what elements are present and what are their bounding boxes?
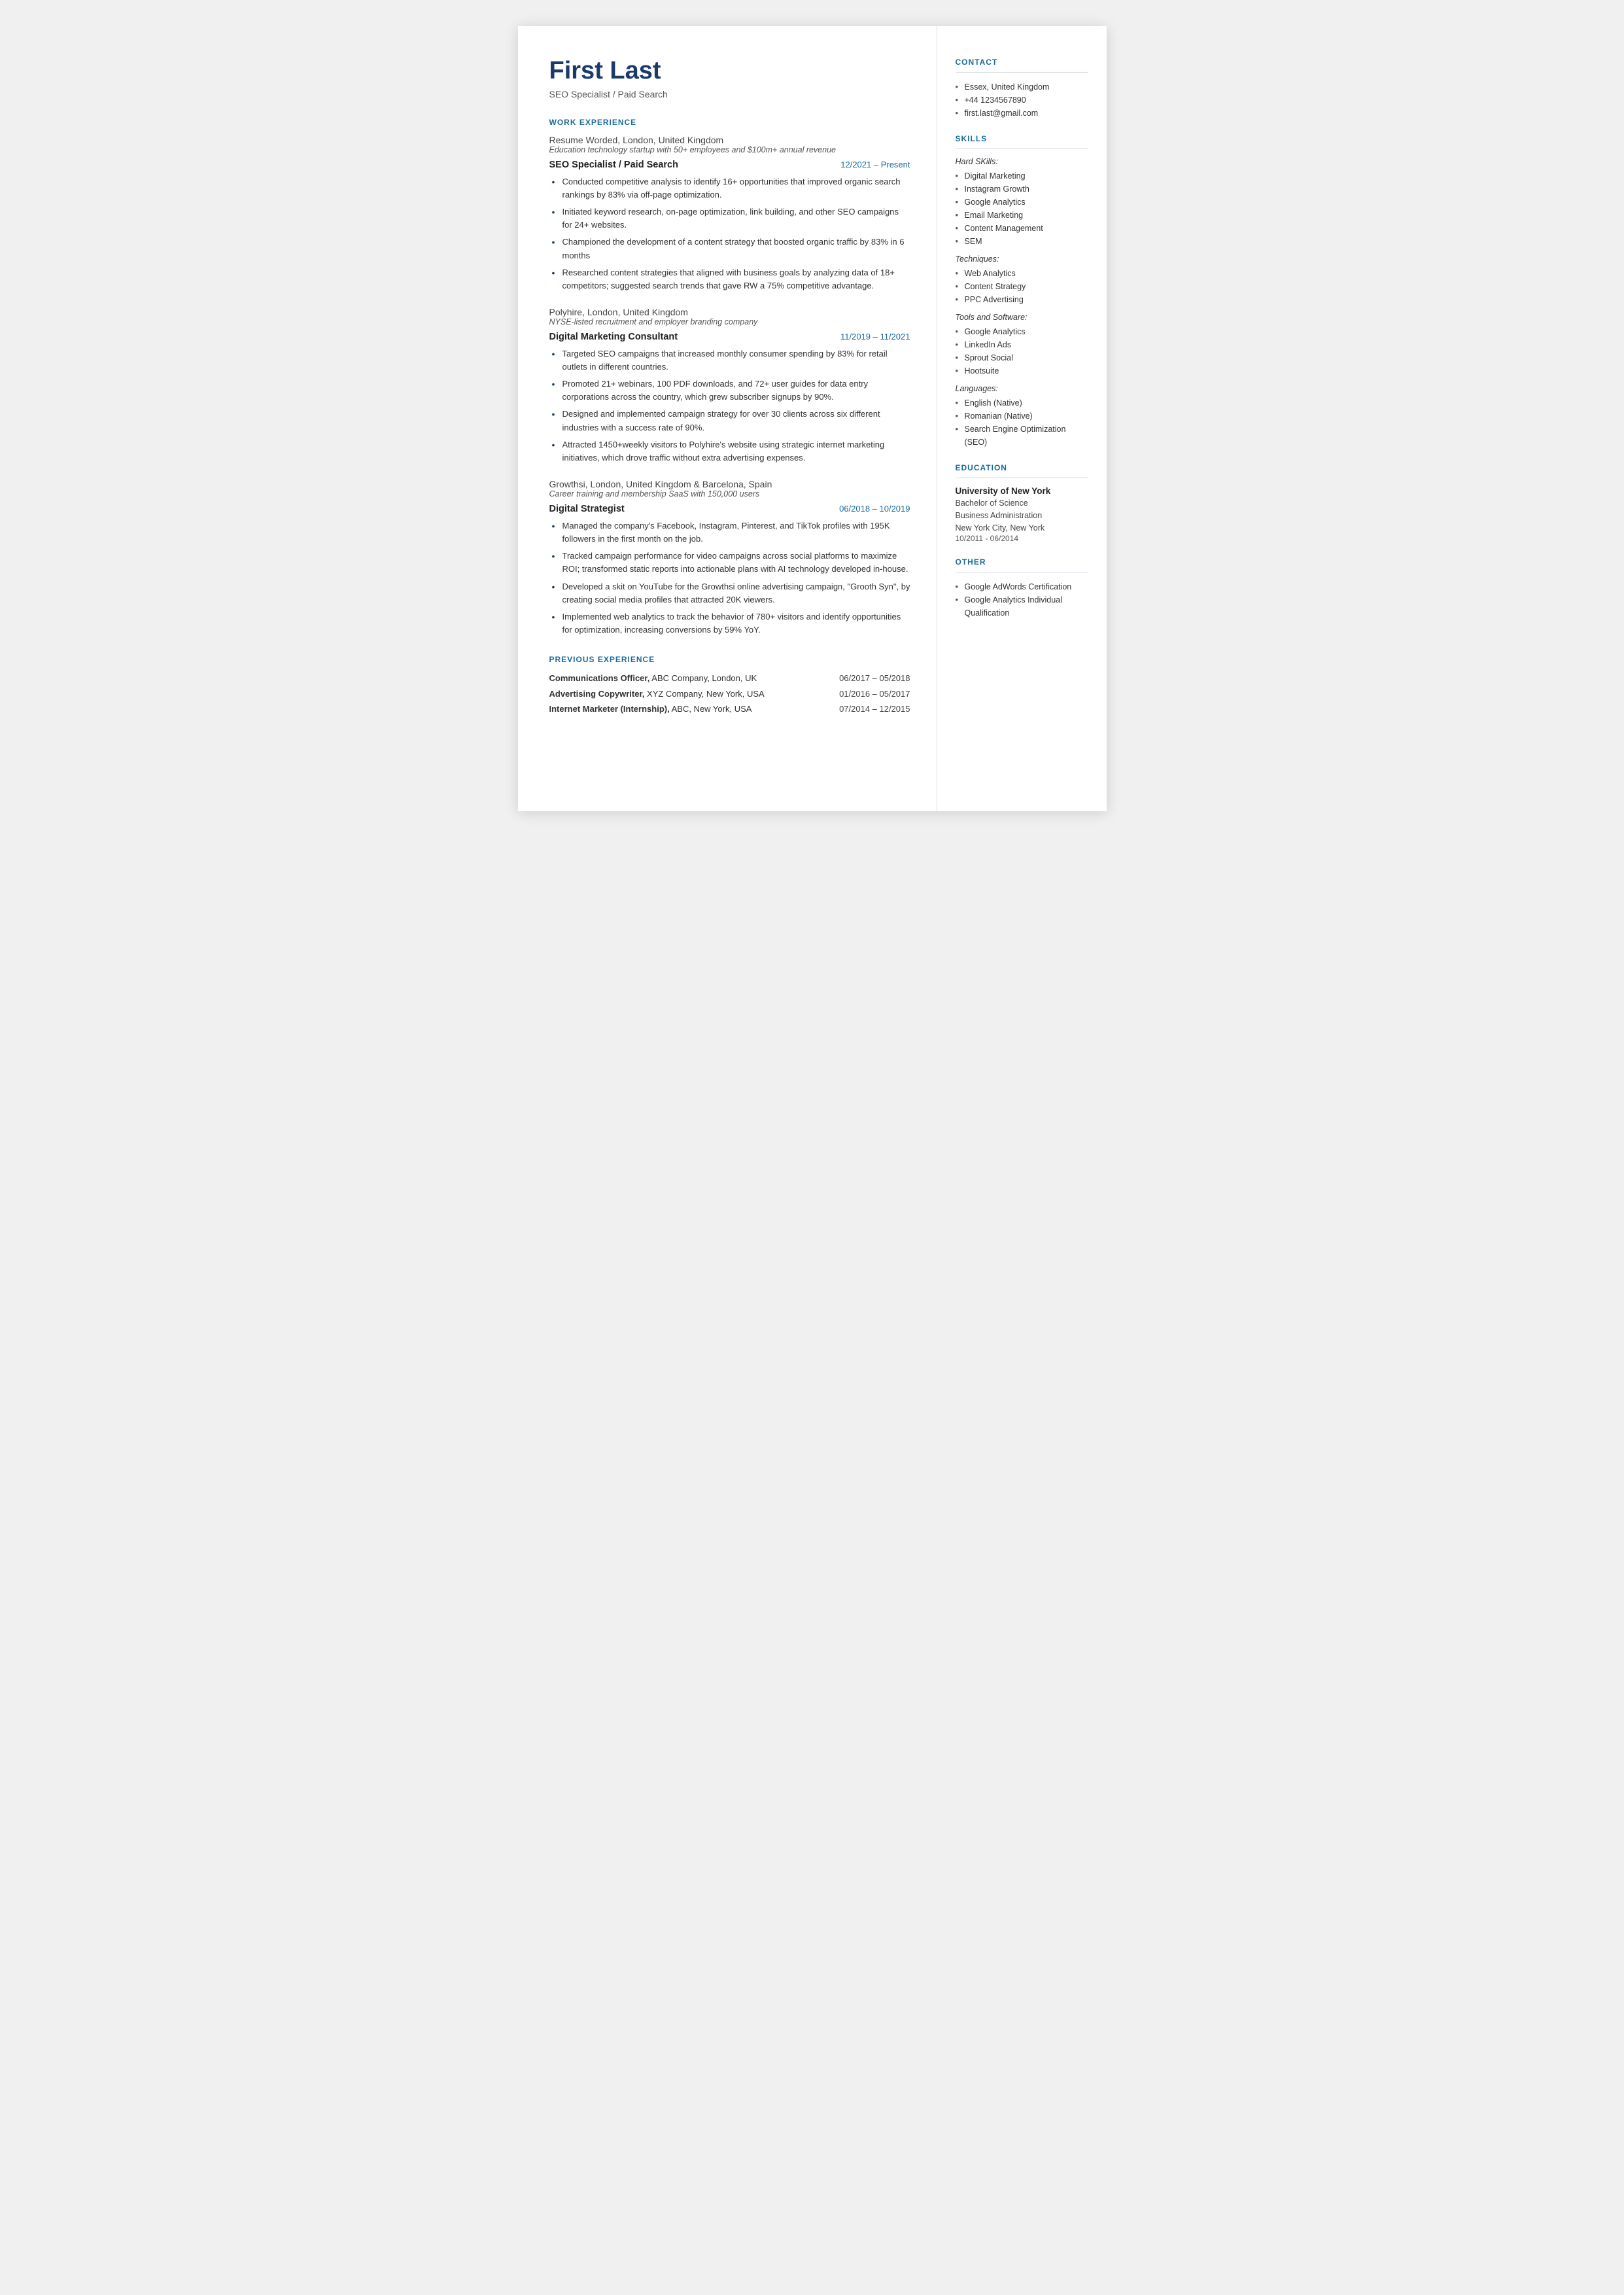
prev-exp-title-2: Advertising Copywriter, XYZ Company, New… [549, 688, 832, 701]
skill-item: SEM [956, 235, 1088, 248]
other-header: OTHER [956, 557, 1088, 567]
job-dates-1: 12/2021 – Present [840, 160, 910, 169]
prev-exp-dates-2: 01/2016 – 05/2017 [839, 688, 910, 701]
job-role-3: Digital Strategist [549, 504, 625, 514]
contact-phone: +44 1234567890 [956, 94, 1088, 107]
bullet-item: Promoted 21+ webinars, 100 PDF downloads… [552, 377, 910, 404]
education-section: EDUCATION University of New York Bachelo… [956, 463, 1088, 543]
other-item: Google Analytics Individual Qualificatio… [956, 593, 1088, 620]
skill-item: Digital Marketing [956, 169, 1088, 183]
prev-exp-dates-3: 07/2014 – 12/2015 [839, 703, 910, 716]
sidebar: CONTACT Essex, United Kingdom +44 123456… [937, 26, 1107, 811]
tool-item: Google Analytics [956, 325, 1088, 338]
education-item-1: University of New York Bachelor of Scien… [956, 486, 1088, 543]
languages-label: Languages: [956, 384, 1088, 393]
job-role-2: Digital Marketing Consultant [549, 332, 678, 342]
skill-item: Content Management [956, 222, 1088, 235]
language-item: Romanian (Native) [956, 410, 1088, 423]
employer-resume-worded: Resume Worded, London, United Kingdom Ed… [549, 135, 910, 292]
employer-name-1: Resume Worded, London, United Kingdom [549, 135, 910, 145]
edu-dates-1: 10/2011 - 06/2014 [956, 534, 1088, 543]
prev-exp-title-1: Communications Officer, ABC Company, Lon… [549, 672, 832, 685]
bullet-item: Designed and implemented campaign strate… [552, 408, 910, 434]
skill-item: Google Analytics [956, 196, 1088, 209]
bullet-item: Championed the development of a content … [552, 236, 910, 262]
job-bullets-2: Targeted SEO campaigns that increased mo… [552, 347, 910, 464]
candidate-title: SEO Specialist / Paid Search [549, 89, 910, 99]
contact-email: first.last@gmail.com [956, 107, 1088, 120]
contact-header: CONTACT [956, 58, 1088, 67]
skills-header: SKILLS [956, 134, 1088, 143]
job-dates-2: 11/2019 – 11/2021 [840, 332, 910, 342]
resume-container: First Last SEO Specialist / Paid Search … [518, 26, 1107, 811]
prev-exp-row: Communications Officer, ABC Company, Lon… [549, 672, 910, 685]
candidate-name: First Last [549, 58, 910, 85]
other-section: OTHER Google AdWords Certification Googl… [956, 557, 1088, 620]
bullet-item: Initiated keyword research, on-page opti… [552, 205, 910, 232]
tools-label: Tools and Software: [956, 313, 1088, 322]
contact-section: CONTACT Essex, United Kingdom +44 123456… [956, 58, 1088, 120]
job-bullets-3: Managed the company's Facebook, Instagra… [552, 519, 910, 637]
job-role-1: SEO Specialist / Paid Search [549, 160, 678, 170]
employer-name-2: Polyhire, London, United Kingdom [549, 307, 910, 317]
bullet-item: Targeted SEO campaigns that increased mo… [552, 347, 910, 374]
hard-skills-label: Hard SKills: [956, 157, 1088, 166]
prev-exp-row: Advertising Copywriter, XYZ Company, New… [549, 688, 910, 701]
technique-item: PPC Advertising [956, 293, 1088, 306]
hard-skills-list: Digital Marketing Instagram Growth Googl… [956, 169, 1088, 248]
techniques-label: Techniques: [956, 254, 1088, 264]
other-list: Google AdWords Certification Google Anal… [956, 580, 1088, 620]
bullet-item: Researched content strategies that align… [552, 266, 910, 292]
other-item: Google AdWords Certification [956, 580, 1088, 593]
edu-location-1: New York City, New York [956, 522, 1088, 534]
job-role-line-1: SEO Specialist / Paid Search 12/2021 – P… [549, 160, 910, 170]
bullet-item: Developed a skit on YouTube for the Grow… [552, 580, 910, 606]
employer-name-3: Growthsi, London, United Kingdom & Barce… [549, 479, 910, 489]
employer-growthsi: Growthsi, London, United Kingdom & Barce… [549, 479, 910, 637]
contact-list: Essex, United Kingdom +44 1234567890 fir… [956, 80, 1088, 120]
contact-divider [956, 72, 1088, 73]
skill-item: Instagram Growth [956, 183, 1088, 196]
employer-tagline-3: Career training and membership SaaS with… [549, 489, 910, 499]
language-item: English (Native) [956, 396, 1088, 410]
main-column: First Last SEO Specialist / Paid Search … [518, 26, 937, 811]
employer-polyhire: Polyhire, London, United Kingdom NYSE-li… [549, 307, 910, 464]
languages-list: English (Native) Romanian (Native) Searc… [956, 396, 1088, 449]
education-header: EDUCATION [956, 463, 1088, 472]
job-role-line-3: Digital Strategist 06/2018 – 10/2019 [549, 504, 910, 514]
tools-list: Google Analytics LinkedIn Ads Sprout Soc… [956, 325, 1088, 377]
bullet-item: Tracked campaign performance for video c… [552, 550, 910, 576]
tool-item: Hootsuite [956, 364, 1088, 377]
previous-experience-header: PREVIOUS EXPERIENCE [549, 655, 910, 664]
edu-degree-1: Bachelor of Science Business Administrat… [956, 497, 1088, 522]
job-dates-3: 06/2018 – 10/2019 [839, 504, 910, 514]
job-role-line-2: Digital Marketing Consultant 11/2019 – 1… [549, 332, 910, 342]
bullet-item: Conducted competitive analysis to identi… [552, 175, 910, 201]
edu-institution-1: University of New York [956, 486, 1088, 496]
skills-section: SKILLS Hard SKills: Digital Marketing In… [956, 134, 1088, 449]
job-bullets-1: Conducted competitive analysis to identi… [552, 175, 910, 292]
bullet-item: Attracted 1450+weekly visitors to Polyhi… [552, 438, 910, 464]
bullet-item: Managed the company's Facebook, Instagra… [552, 519, 910, 546]
technique-item: Web Analytics [956, 267, 1088, 280]
techniques-list: Web Analytics Content Strategy PPC Adver… [956, 267, 1088, 306]
language-item: Search Engine Optimization (SEO) [956, 423, 1088, 449]
technique-item: Content Strategy [956, 280, 1088, 293]
prev-exp-dates-1: 06/2017 – 05/2018 [839, 672, 910, 685]
tool-item: Sprout Social [956, 351, 1088, 364]
employer-tagline-1: Education technology startup with 50+ em… [549, 145, 910, 154]
bullet-item: Implemented web analytics to track the b… [552, 610, 910, 637]
employer-tagline-2: NYSE-listed recruitment and employer bra… [549, 317, 910, 326]
work-experience-header: WORK EXPERIENCE [549, 118, 910, 127]
tool-item: LinkedIn Ads [956, 338, 1088, 351]
prev-exp-title-3: Internet Marketer (Internship), ABC, New… [549, 703, 832, 716]
contact-location: Essex, United Kingdom [956, 80, 1088, 94]
prev-exp-row: Internet Marketer (Internship), ABC, New… [549, 703, 910, 716]
previous-experience-table: Communications Officer, ABC Company, Lon… [549, 672, 910, 716]
skill-item: Email Marketing [956, 209, 1088, 222]
